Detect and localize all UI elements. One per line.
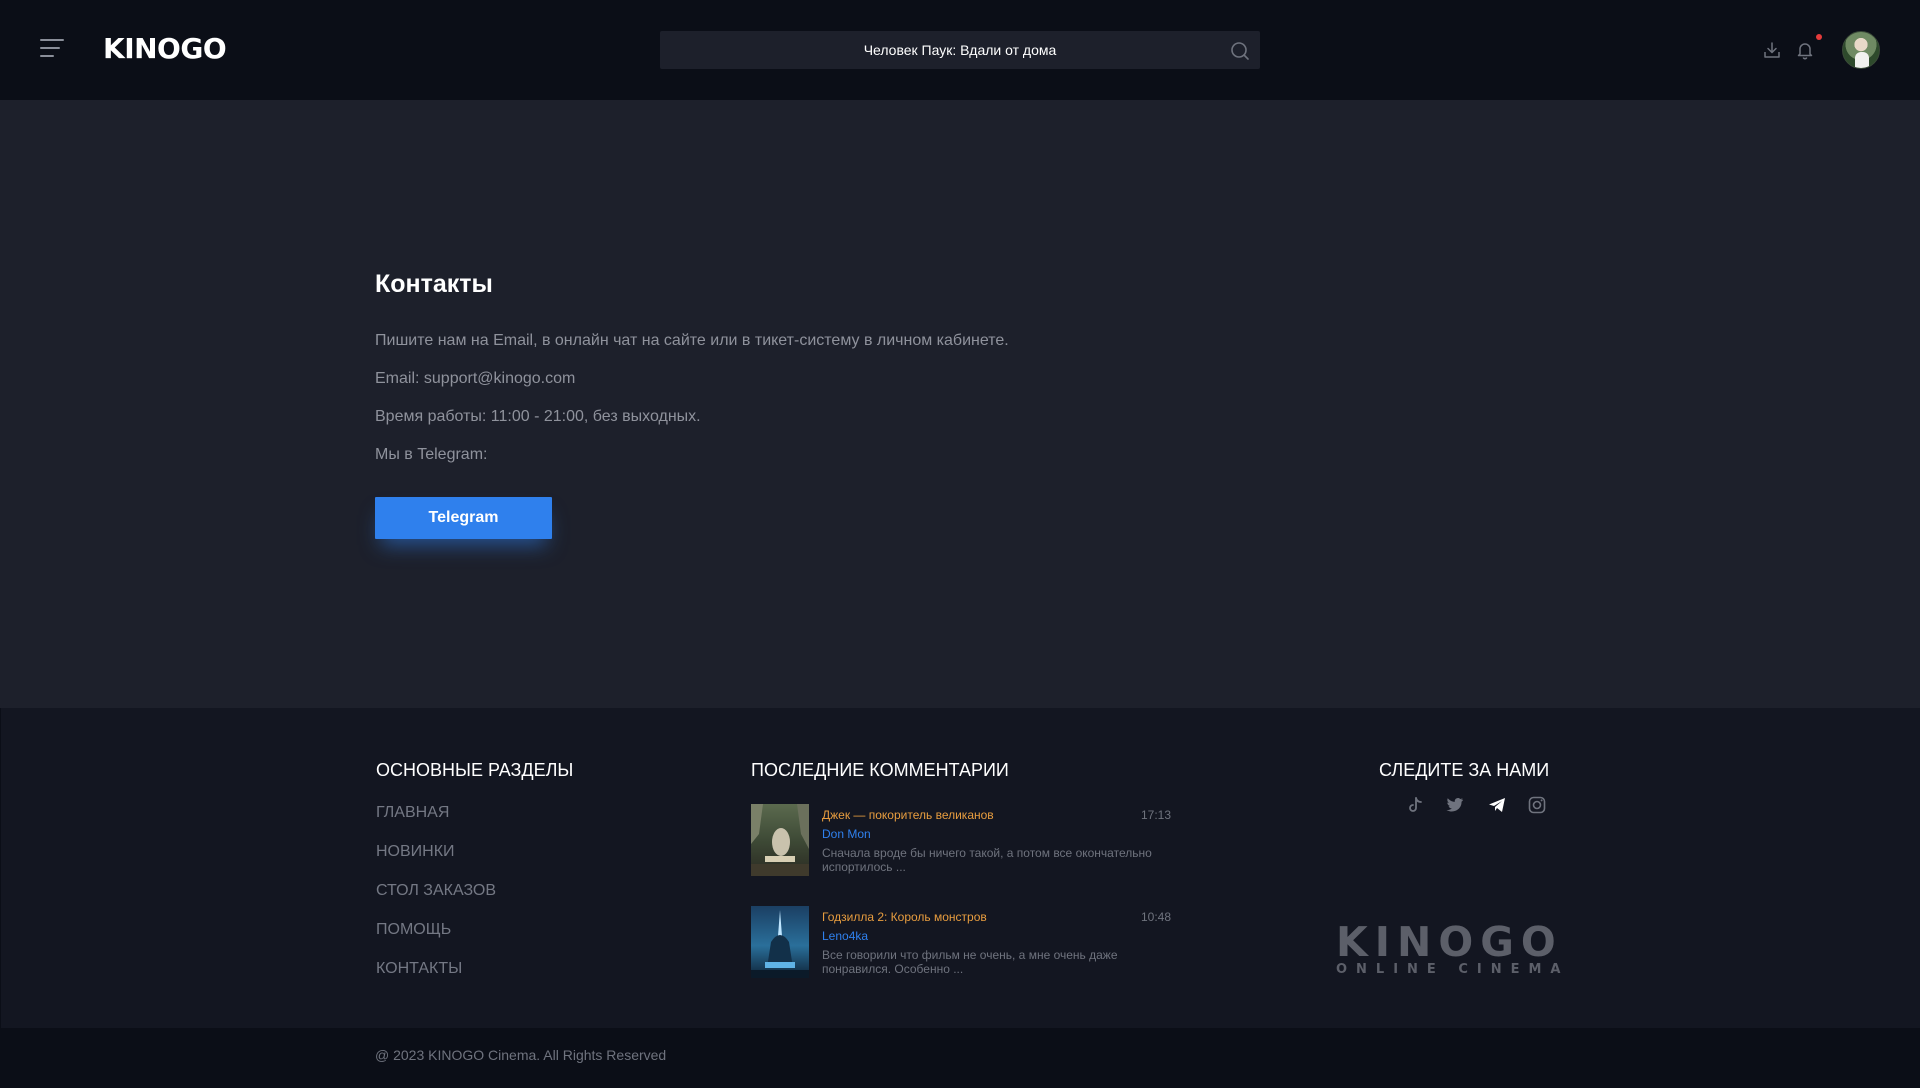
comment-text: Все говорили что фильм не очень, а мне о…: [822, 948, 1118, 976]
footer-brand-logo: KINOGO ONLINE CINEMA: [1336, 918, 1570, 980]
footer-brand-tagline: ONLINE CINEMA: [1336, 962, 1570, 977]
contact-intro-text: Пишите нам на Email, в онлайн чат на сай…: [375, 332, 1009, 349]
comment-user[interactable]: Don Mon: [822, 827, 871, 841]
bottom-bar: [0, 1028, 1920, 1088]
comment-time: 17:13: [1140, 808, 1171, 822]
telegram-label: Мы в Telegram:: [375, 446, 488, 463]
comment-time: 10:48: [1140, 910, 1171, 924]
menu-icon[interactable]: [40, 39, 64, 59]
footer-sections-heading: ОСНОВНЫЕ РАЗДЕЛЫ: [376, 760, 574, 780]
bell-icon[interactable]: [1795, 40, 1815, 60]
comment-text: Сначала вроде бы ничего такой, а потом в…: [822, 846, 1152, 874]
telegram-button[interactable]: Telegram: [375, 497, 552, 539]
comment-movie-title[interactable]: Годзилла 2: Король монстров: [822, 910, 987, 924]
download-icon[interactable]: [1762, 40, 1782, 60]
instagram-icon[interactable]: [1527, 795, 1547, 815]
footer-link-home[interactable]: ГЛАВНАЯ: [376, 804, 449, 822]
search-bar: [660, 31, 1260, 69]
work-hours-text: Время работы: 11:00 - 21:00, без выходны…: [375, 408, 701, 425]
contact-email-text: Email: support@kinogo.com: [375, 370, 576, 387]
footer-follow-heading: СЛЕДИТЕ ЗА НАМИ: [1379, 760, 1550, 780]
footer-comments-heading: ПОСЛЕДНИЕ КОММЕНТАРИИ: [751, 760, 1009, 780]
top-header: KINOGO: [0, 0, 1920, 100]
page-title: Контакты: [375, 270, 493, 298]
tiktok-icon[interactable]: [1405, 795, 1425, 815]
avatar[interactable]: [1842, 31, 1880, 69]
movie-poster[interactable]: [751, 804, 809, 876]
footer-brand-name: KINOGO: [1336, 918, 1563, 966]
comment-movie-title[interactable]: Джек — покоритель великанов: [822, 808, 994, 822]
footer-link-new[interactable]: НОВИНКИ: [376, 843, 455, 861]
site-logo[interactable]: KINOGO: [103, 32, 227, 65]
search-icon[interactable]: [1230, 41, 1250, 61]
copyright-text: @ 2023 KINOGO Cinema. All Rights Reserve…: [375, 1047, 667, 1063]
notification-dot: [1816, 34, 1822, 40]
comment-item: Годзилла 2: Король монстров 10:48 Leno4k…: [751, 906, 1171, 980]
comment-user[interactable]: Leno4ka: [822, 929, 868, 943]
comment-item: Джек — покоритель великанов 17:13 Don Mo…: [751, 804, 1171, 878]
telegram-icon[interactable]: [1487, 795, 1507, 815]
footer-link-contacts[interactable]: КОНТАКТЫ: [376, 960, 462, 978]
movie-poster[interactable]: [751, 906, 809, 978]
footer-link-help[interactable]: ПОМОЩЬ: [376, 921, 451, 939]
twitter-icon[interactable]: [1445, 795, 1465, 815]
footer-link-orders[interactable]: СТОЛ ЗАКАЗОВ: [376, 882, 496, 900]
search-input[interactable]: [660, 31, 1260, 69]
